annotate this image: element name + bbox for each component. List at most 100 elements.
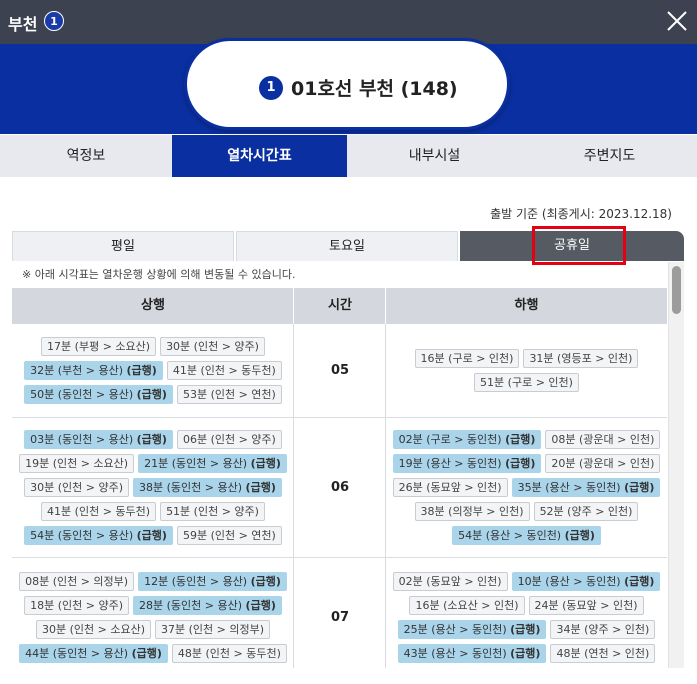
train-time-label: 20분 (광운대 > 인천): [551, 457, 655, 470]
train-chip: 30분 (인천 > 양주): [160, 337, 265, 356]
train-time-label: 30분 (인천 > 소요산): [41, 623, 145, 636]
line-badge: 1: [44, 11, 64, 31]
train-time-label: 10분 (용산 > 동인천): [517, 575, 625, 588]
train-chip: 48분 (연천 > 인천): [550, 644, 656, 663]
train-time-label: 34분 (양주 > 인천): [556, 623, 650, 636]
cell-divider: [385, 418, 386, 557]
station-name: 01호선 부천 (148): [291, 78, 458, 100]
scrollbar-thumb[interactable]: [672, 266, 681, 314]
express-tag: (급행): [624, 481, 655, 494]
train-time-label: 30분 (인천 > 양주): [166, 340, 259, 353]
table-row: 17분 (부평 > 소요산) 30분 (인천 > 양주) 32분 (부천 > 용산)…: [12, 324, 667, 418]
table-row: 08분 (인천 > 의정부) 12분 (동인천 > 용산) (급행) 18분 (인천…: [12, 558, 667, 668]
down-trains: 02분 (동묘앞 > 인천) 10분 (용산 > 동인천) (급행) 16분 (소요…: [386, 558, 667, 668]
train-time-label: 41분 (인천 > 동두천): [172, 364, 276, 377]
day-tabs: 평일 토요일 공휴일: [12, 231, 684, 261]
train-time-label: 16분 (소요산 > 인천): [415, 599, 519, 612]
train-time-label: 26분 (동묘앞 > 인천): [398, 481, 502, 494]
up-trains: 08분 (인천 > 의정부) 12분 (동인천 > 용산) (급행) 18분 (인천…: [12, 558, 294, 668]
train-chip: 54분 (용산 > 동인천) (급행): [452, 526, 601, 545]
train-chip: 17분 (부평 > 소요산): [41, 337, 157, 356]
train-time-label: 12분 (동인천 > 용산): [144, 575, 251, 588]
cell-divider: [293, 324, 294, 417]
train-time-label: 54분 (동인천 > 용산): [30, 529, 137, 542]
train-chip: 31분 (영등포 > 인천): [523, 349, 639, 368]
train-chip: 32분 (부천 > 용산) (급행): [24, 361, 163, 380]
tab-facilities[interactable]: 내부시설: [347, 135, 522, 177]
train-time-label: 38분 (동인천 > 용산): [139, 481, 246, 494]
header-down: 하행: [514, 298, 539, 313]
tab-timetable[interactable]: 열차시간표: [172, 135, 347, 177]
train-chip: 30분 (인천 > 양주): [24, 478, 130, 497]
train-time-label: 38분 (의정부 > 인천): [420, 505, 524, 518]
train-chip: 20분 (광운대 > 인천): [545, 454, 661, 473]
timetable-header: 상행 시간 하행: [12, 288, 667, 324]
train-time-label: 35분 (용산 > 동인천): [517, 481, 625, 494]
train-time-label: 18분 (인천 > 양주): [30, 599, 124, 612]
train-chip: 12분 (동인천 > 용산) (급행): [138, 572, 287, 591]
daytab-holiday[interactable]: 공휴일: [460, 231, 684, 261]
train-chip: 26분 (동묘앞 > 인천): [392, 478, 508, 497]
up-trains: 17분 (부평 > 소요산) 30분 (인천 > 양주) 32분 (부천 > 용산)…: [12, 324, 294, 417]
train-time-label: 02분 (구로 > 동인천): [398, 433, 506, 446]
train-time-label: 08분 (인천 > 의정부): [25, 575, 129, 588]
train-time-label: 51분 (인천 > 양주): [166, 505, 259, 518]
train-time-label: 31분 (영등포 > 인천): [529, 352, 633, 365]
timetable-basis: 출발 기준 (최종게시: 2023.12.18): [490, 207, 672, 221]
train-time-label: 28분 (동인천 > 용산): [139, 599, 246, 612]
express-tag: (급행): [510, 623, 541, 636]
header-up: 상행: [141, 298, 165, 313]
train-time-label: 44분 (동인천 > 용산): [25, 647, 132, 660]
train-chip: 18분 (인천 > 양주): [24, 596, 130, 615]
train-chip: 53분 (인천 > 연천): [176, 385, 282, 404]
line-number-badge: 1: [259, 76, 283, 100]
train-chip: 08분 (광운대 > 인천): [545, 430, 661, 449]
train-time-label: 32분 (부천 > 용산): [30, 364, 127, 377]
train-time-label: 48분 (인천 > 동두천): [177, 647, 281, 660]
down-trains: 16분 (구로 > 인천) 31분 (영등포 > 인천) 51분 (구로 > 인천): [386, 324, 667, 417]
train-chip: 03분 (동인천 > 용산) (급행): [24, 430, 173, 449]
express-tag: (급행): [136, 433, 167, 446]
express-tag: (급행): [136, 388, 167, 401]
timetable: 상행 시간 하행 17분 (부평 > 소요산) 30분 (인천 > 양주) 32분 …: [12, 288, 667, 668]
train-time-label: 03분 (동인천 > 용산): [30, 433, 137, 446]
hour-cell: 07: [330, 610, 350, 625]
train-time-label: 50분 (동인천 > 용산): [30, 388, 137, 401]
train-time-label: 24분 (동묘앞 > 인천): [534, 599, 638, 612]
hour-cell: 05: [330, 363, 350, 378]
express-tag: (급행): [624, 575, 655, 588]
train-time-label: 02분 (동묘앞 > 인천): [398, 575, 502, 588]
express-tag: (급행): [136, 529, 167, 542]
scrollbar[interactable]: [668, 262, 684, 668]
cell-divider: [293, 418, 294, 557]
train-chip: 41분 (인천 > 동두천): [166, 361, 282, 380]
close-icon[interactable]: [665, 9, 689, 33]
cell-divider: [385, 558, 386, 668]
train-chip: 38분 (동인천 > 용산) (급행): [133, 478, 282, 497]
train-chip: 48분 (인천 > 동두천): [171, 644, 287, 663]
daytab-saturday[interactable]: 토요일: [236, 231, 458, 261]
train-time-label: 21분 (동인천 > 용산): [144, 457, 251, 470]
daytab-weekday[interactable]: 평일: [12, 231, 234, 261]
train-chip: 19분 (용산 > 동인천) (급행): [392, 454, 542, 473]
train-time-label: 59분 (인천 > 연천): [182, 529, 276, 542]
express-tag: (급행): [510, 647, 541, 660]
train-time-label: 30분 (인천 > 양주): [30, 481, 124, 494]
tab-nearby-map[interactable]: 주변지도: [522, 135, 697, 177]
train-chip: 41분 (인천 > 동두천): [41, 502, 157, 521]
train-chip: 02분 (동묘앞 > 인천): [392, 572, 508, 591]
train-chip: 43분 (용산 > 동인천) (급행): [397, 644, 547, 663]
express-tag: (급행): [250, 457, 281, 470]
train-chip: 06분 (인천 > 양주): [176, 430, 282, 449]
main-tabs: 역정보 열차시간표 내부시설 주변지도: [0, 135, 697, 177]
train-time-label: 43분 (용산 > 동인천): [403, 647, 511, 660]
express-tag: (급행): [505, 457, 536, 470]
train-chip: 38분 (의정부 > 인천): [414, 502, 530, 521]
express-tag: (급행): [245, 481, 276, 494]
train-chip: 21분 (동인천 > 용산) (급행): [138, 454, 287, 473]
timetable-notice: ※ 아래 시각표는 열차운행 상황에 의해 변동될 수 있습니다.: [22, 268, 296, 281]
table-row: 03분 (동인천 > 용산) (급행) 06분 (인천 > 양주) 19분 (인천 …: [12, 418, 667, 558]
train-chip: 52분 (양주 > 인천): [533, 502, 639, 521]
cell-divider: [293, 558, 294, 668]
tab-station-info[interactable]: 역정보: [0, 135, 172, 177]
